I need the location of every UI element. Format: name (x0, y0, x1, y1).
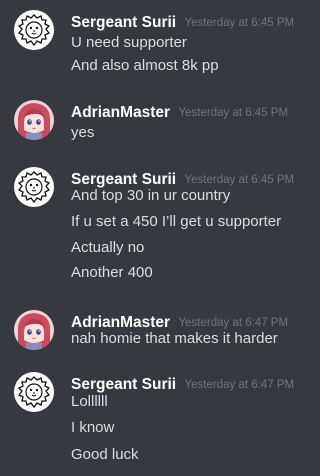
message-text: And top 30 in ur country (71, 187, 231, 204)
username[interactable]: Sergeant Surii (71, 376, 176, 393)
timestamp: Yesterday at 6:45 PM (184, 17, 295, 29)
message-text: yes (71, 124, 95, 141)
chat-message-list: Sergeant Surii Yesterday at 6:45 PM U ne… (0, 0, 297, 476)
username[interactable]: Sergeant Surii (71, 14, 176, 31)
message-header: Sergeant Surii Yesterday at 6:45 PM (71, 13, 294, 34)
timestamp: Yesterday at 6:45 PM (184, 174, 295, 186)
message-text: U need supporter (71, 34, 187, 51)
message-text: If u set a 450 I’ll get u supporter (71, 213, 282, 230)
lion-avatar-icon[interactable] (14, 372, 54, 412)
lion-avatar-icon[interactable] (14, 167, 54, 207)
message-text: And also almost 8k pp (71, 57, 219, 74)
message-text: Another 400 (71, 264, 153, 281)
timestamp: Yesterday at 6:47 PM (184, 379, 295, 391)
message-text: Good luck (71, 446, 139, 463)
timestamp: Yesterday at 6:45 PM (178, 107, 289, 119)
message-text: I know (71, 419, 115, 436)
message-text: Actually no (71, 239, 145, 256)
timestamp: Yesterday at 6:47 PM (178, 317, 289, 329)
message-header: AdrianMaster Yesterday at 6:45 PM (71, 103, 288, 124)
message-text: nah homie that makes it harder (71, 330, 278, 347)
lion-avatar-icon[interactable] (14, 10, 54, 50)
message-text: Lollllll (71, 393, 108, 410)
anime-girl-avatar-icon[interactable] (14, 100, 54, 140)
anime-girl-avatar-icon[interactable] (14, 310, 54, 350)
username[interactable]: AdrianMaster (71, 104, 170, 121)
